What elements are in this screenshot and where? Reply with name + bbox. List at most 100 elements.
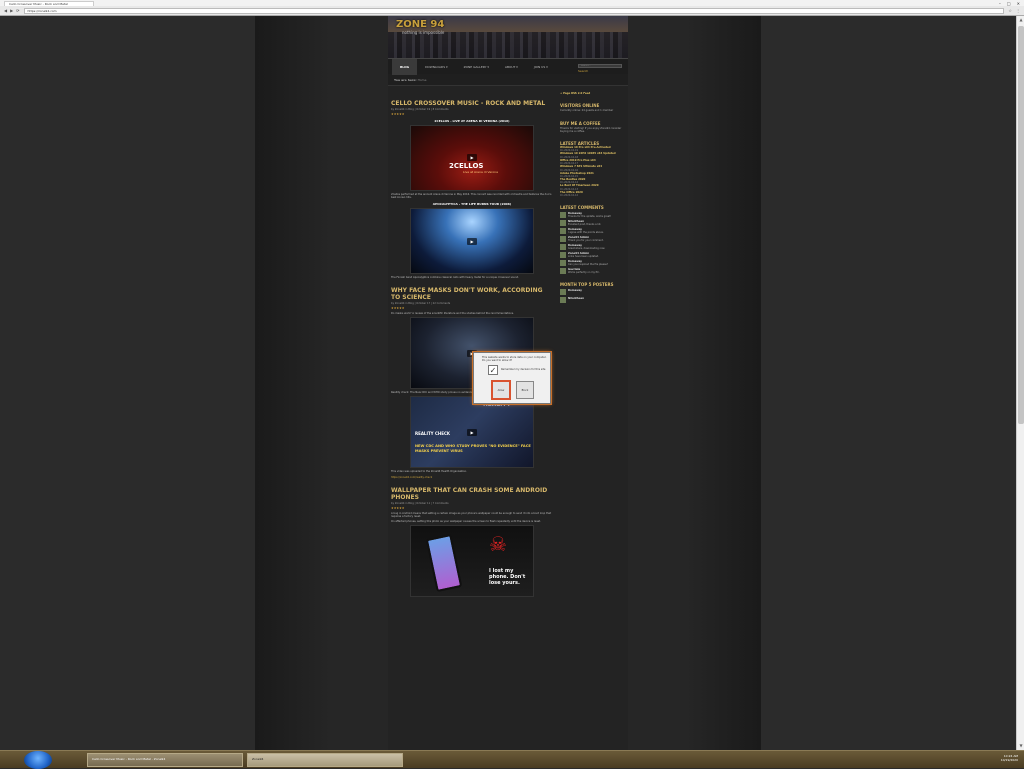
- search-button[interactable]: Search: [578, 69, 622, 73]
- menu-icon[interactable]: ⋮: [1016, 8, 1020, 13]
- comment-item[interactable]: Romaway I agree with the points above.: [560, 228, 626, 235]
- rating-stars[interactable]: ★★★★★: [391, 306, 553, 310]
- video-caption: REALITY CHECK: [415, 431, 451, 437]
- play-icon[interactable]: ▶: [467, 237, 477, 245]
- poster-name[interactable]: Romaway: [568, 289, 582, 295]
- nav-item-downloads[interactable]: DOWNLOADS ▾: [417, 59, 455, 75]
- permission-dialog: This website wants to store data on your…: [473, 352, 551, 404]
- post-text: The Finnish band Apocalyptica combine cl…: [391, 276, 519, 280]
- taskbar: Cello Crossover Music - Rock and Metal -…: [0, 750, 1024, 769]
- system-tray-clock[interactable]: 10:24 AM 10/19/2020: [1001, 754, 1018, 762]
- page-scrollbar[interactable]: ▲ ▼: [1016, 16, 1024, 750]
- avatar: [560, 212, 566, 219]
- browser-chrome: Cello Crossover Music - Rock and Metal –…: [0, 0, 1024, 16]
- checkbox-label: Remember my decision for this site: [501, 368, 546, 371]
- tray-date: 10/19/2020: [1000, 758, 1018, 762]
- nav-item-about[interactable]: ABOUT ▾: [497, 59, 526, 75]
- minimize-icon[interactable]: –: [999, 1, 1001, 6]
- comment-item[interactable]: Zone94 Admin Thank you for your comment.: [560, 236, 626, 243]
- video-caption: 2CELLOS: [449, 161, 484, 170]
- poster-item[interactable]: Nilanthean: [560, 297, 626, 304]
- post-title[interactable]: Cello Crossover Music - Rock and Metal: [391, 100, 553, 107]
- dialog-message: This website wants to store data on your…: [482, 356, 547, 363]
- rating-stars[interactable]: ★★★★★: [391, 112, 553, 116]
- back-icon[interactable]: ◀: [4, 8, 7, 13]
- comment-text: Thank you for your comment.: [568, 239, 604, 243]
- nav-item-join[interactable]: JOIN US ▾: [526, 59, 556, 75]
- maximize-icon[interactable]: □: [1007, 1, 1011, 6]
- post: Cello Crossover Music - Rock and Metal b…: [391, 100, 553, 279]
- video-embed[interactable]: 2CELLOS Live at Arena di Verona ▶: [410, 124, 534, 191]
- comment-item[interactable]: Gavriela Works perfectly on my PC.: [560, 268, 626, 275]
- poster-item[interactable]: Romaway: [560, 289, 626, 296]
- start-button[interactable]: [24, 751, 52, 769]
- url-input[interactable]: https://zone94.com: [23, 7, 1005, 14]
- breadcrumb-home[interactable]: Home: [418, 78, 427, 82]
- allow-button[interactable]: Allow: [492, 381, 510, 399]
- comment-text: I agree with the points above.: [568, 231, 604, 235]
- comment-text: Works perfectly on my PC.: [568, 271, 600, 275]
- remember-checkbox[interactable]: ✓: [488, 365, 498, 375]
- avatar: [560, 220, 566, 227]
- avatar: [560, 244, 566, 251]
- play-icon[interactable]: ▶: [467, 428, 477, 436]
- scrollbar-thumb[interactable]: [1018, 26, 1024, 424]
- comment-item[interactable]: Romaway Can you reupload the file please?: [560, 260, 626, 267]
- post-text: Do masks work? A review of the scientifi…: [391, 311, 515, 315]
- bookmark-icon[interactable]: ☆: [1008, 8, 1012, 13]
- video-embed[interactable]: REALITY REALITY CHECK NEW CDC AND WHO ST…: [410, 396, 534, 469]
- header-city-image: [388, 32, 628, 58]
- main-content: Cello Crossover Music - Rock and Metal b…: [388, 92, 556, 605]
- browser-tab[interactable]: Cello Crossover Music - Rock and Metal: [4, 0, 94, 6]
- nav-item-blog[interactable]: BLOG: [392, 58, 418, 75]
- comment-text: Can you reupload the file please?: [568, 263, 609, 267]
- comment-item[interactable]: Romaway Great share, downloading now.: [560, 244, 626, 251]
- taskbar-item-browser[interactable]: Cello Crossover Music - Rock and Metal -…: [87, 753, 243, 767]
- comment-item[interactable]: Nilanthean Excellent post, thanks a lot.: [560, 220, 626, 227]
- phone-image: [425, 534, 463, 593]
- breadcrumb: You are here: Home: [388, 74, 628, 86]
- widget-title: Latest Comments: [560, 205, 604, 211]
- forward-icon[interactable]: ▶: [10, 8, 13, 13]
- video-embed[interactable]: ▶: [410, 208, 534, 275]
- post-text: 2Cellos performed at the ancient Arena d…: [391, 192, 552, 199]
- avatar: [560, 268, 566, 275]
- post-link[interactable]: https://zone94.com/reality-check: [391, 476, 553, 479]
- comment-item[interactable]: Zone94 Admin Links have been updated.: [560, 252, 626, 259]
- top-posters-widget: Month Top 5 Posters Romaway Nilanthean: [560, 282, 626, 304]
- avatar: [560, 260, 566, 267]
- scroll-up-icon[interactable]: ▲: [1017, 16, 1024, 24]
- widget-title: Visitors Online: [560, 103, 600, 109]
- nav-search: Search: [578, 62, 622, 73]
- taskbar-item-zone94[interactable]: Zone94: [247, 753, 403, 767]
- search-input[interactable]: [578, 63, 622, 68]
- post-title[interactable]: Why Face Masks Don't Work, According to …: [391, 287, 553, 301]
- video-embed[interactable]: ☠ I lost my phone. Don't lose yours.: [410, 525, 534, 598]
- video-caption: NEW CDC AND WHO STUDY PROVES "NO EVIDENC…: [415, 444, 531, 453]
- rss-feed-link[interactable]: + Page RSS 2.0 Feed: [560, 92, 626, 95]
- comment-item[interactable]: Romaway Thanks for the update, works grea…: [560, 212, 626, 219]
- play-icon[interactable]: ▶: [467, 154, 477, 161]
- video-caption-sub: Live at Arena di Verona: [463, 169, 498, 174]
- video-caption: I lost my phone. Don't lose yours.: [489, 568, 526, 587]
- post-text: A bug in Android means that setting a ce…: [391, 511, 552, 518]
- site-logo[interactable]: ZONE 94: [396, 19, 444, 30]
- block-button[interactable]: Block: [516, 381, 534, 399]
- comment-text: Excellent post, thanks a lot.: [568, 223, 602, 227]
- widget-text: Currently online: 24 guests and 1 member: [560, 109, 614, 113]
- poster-name[interactable]: Nilanthean: [568, 297, 584, 303]
- widget-text: Thanks for visiting! If you enjoy Zone94…: [560, 126, 622, 133]
- reload-icon[interactable]: ⟳: [16, 8, 19, 13]
- close-icon[interactable]: ✕: [1017, 1, 1020, 6]
- comment-text: Thanks for the update, works great!: [568, 215, 612, 219]
- nav-item-gallery[interactable]: ZONE GALLERY ▾: [456, 59, 497, 75]
- visitors-widget: Visitors Online Currently online: 24 gue…: [560, 103, 626, 112]
- site-tagline: nothing is impossible: [402, 30, 445, 35]
- avatar: [560, 297, 566, 304]
- post-title[interactable]: Wallpaper That Can Crash Some Android Ph…: [391, 487, 553, 501]
- post-subheading: 2CELLOS - LIVE AT ARENA DI VERONA (2016): [434, 118, 510, 123]
- scroll-down-icon[interactable]: ▼: [1017, 742, 1024, 750]
- rating-stars[interactable]: ★★★★★: [391, 506, 553, 510]
- comment-text: Links have been updated.: [568, 255, 599, 259]
- avatar: [560, 236, 566, 243]
